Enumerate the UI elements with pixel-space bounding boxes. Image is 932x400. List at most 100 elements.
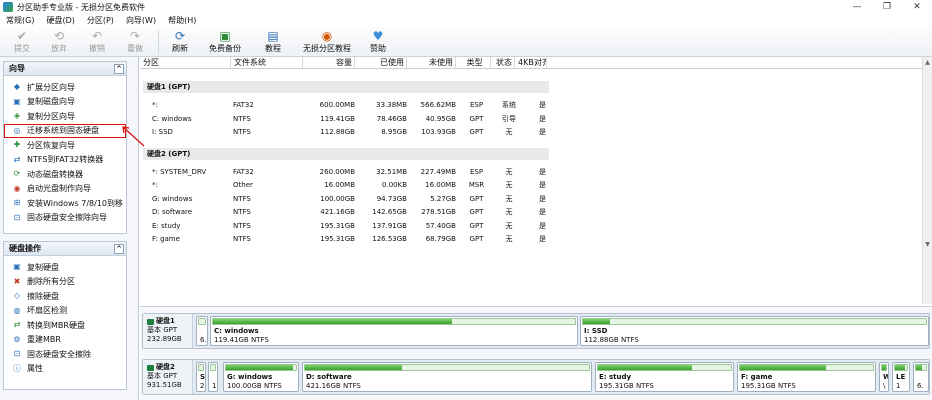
- table-vertical-scrollbar[interactable]: ▲ ▼: [922, 57, 932, 304]
- op-wipe-disk[interactable]: ◇ 擦除硬盘: [4, 289, 126, 304]
- disk1-partition-esp[interactable]: 6.: [196, 316, 208, 346]
- op-ssd-secure-erase[interactable]: ⊡ 固态硬盘安全擦除: [4, 347, 126, 362]
- restore-button[interactable]: ❐: [872, 0, 902, 14]
- refresh-icon: ⟳: [174, 29, 186, 43]
- partition-usage-fill: [598, 365, 693, 370]
- wizard-migrate-os-to-ssd[interactable]: ◎ 迁移系统到固态硬盘: [4, 123, 126, 138]
- op-rebuild-mbr[interactable]: ⚙ 重建MBR: [4, 333, 126, 348]
- col-filesystem[interactable]: 文件系统: [231, 57, 303, 69]
- refresh-button[interactable]: ⟳ 刷新: [163, 27, 197, 57]
- disk2-group-header[interactable]: 硬盘2 (GPT): [143, 148, 549, 160]
- copy-disk-icon: ▣: [13, 96, 21, 106]
- wizard-partition-recovery[interactable]: ✚ 分区恢复向导: [4, 138, 126, 153]
- disk-operations-header: 硬盘操作 ^: [4, 242, 126, 256]
- op-delete-all-partitions[interactable]: ✖ 删除所有分区: [4, 275, 126, 290]
- disk-map-area: 硬盘1 基本 GPT 232.89GB 6. C: windows 119.41…: [140, 306, 932, 400]
- scroll-down-icon[interactable]: ▼: [923, 240, 932, 249]
- disk2-partition-system-drv[interactable]: S 2: [196, 362, 206, 392]
- partition-recovery-icon: ✚: [13, 140, 21, 150]
- main-area: 分区 文件系统 容量 已使用 未使用 类型 状态 4KB对齐 硬盘1 (GPT)…: [140, 57, 932, 400]
- disk2-map[interactable]: 硬盘2 基本 GPT 931.51GB S 2 1 G: windows 100…: [142, 359, 930, 395]
- disk1-partition-c[interactable]: C: windows 119.41GB NTFS: [210, 316, 578, 346]
- partition-usage-fill: [895, 365, 905, 370]
- wizard-copy-disk[interactable]: ▣ 复制磁盘向导: [4, 95, 126, 110]
- redo-button[interactable]: ↷ 重做: [116, 27, 154, 57]
- col-partition[interactable]: 分区: [140, 57, 231, 69]
- table-row[interactable]: C: windows NTFS 119.41GB 78.46GB 40.95GB GPT 引…: [140, 113, 560, 126]
- disk2-partition-w[interactable]: W \: [879, 362, 889, 392]
- wizard-copy-partition[interactable]: ◈ 复制分区向导: [4, 109, 126, 124]
- partition-usage-fill: [305, 365, 402, 370]
- menu-help[interactable]: 帮助(H): [162, 15, 202, 26]
- col-type[interactable]: 类型: [456, 57, 491, 69]
- lossless-tutorial-button[interactable]: ◉ 无损分区教程: [293, 27, 361, 57]
- op-copy-disk[interactable]: ▣ 复制硬盘: [4, 260, 126, 275]
- minimize-button[interactable]: —: [842, 0, 872, 14]
- wizard-ssd-secure-erase[interactable]: ⊡ 固态硬盘安全擦除向导: [4, 211, 126, 226]
- wizard-ntfs-fat32-converter[interactable]: ⇄ NTFS到FAT32转换器: [4, 153, 126, 168]
- op-bad-sector-check[interactable]: ◍ 坏扇区检测: [4, 304, 126, 319]
- col-unused[interactable]: 未使用: [407, 57, 456, 69]
- discard-button[interactable]: ⟲ 放弃: [40, 27, 78, 57]
- wizard-windows-to-go[interactable]: ⊞ 安装Windows 7/8/10到移: [4, 196, 126, 211]
- heart-icon: ♥: [372, 29, 384, 43]
- col-4k-align[interactable]: 4KB对齐: [515, 57, 547, 69]
- wizard-extend-partition[interactable]: ◆ 扩展分区向导: [4, 80, 126, 95]
- partition-usage-fill: [226, 365, 293, 370]
- undo-button[interactable]: ↶ 撤销: [78, 27, 116, 57]
- disk2-partition-le[interactable]: LE 1: [892, 362, 910, 392]
- disk-icon: [147, 364, 154, 371]
- menu-disk[interactable]: 硬盘(D): [40, 15, 80, 26]
- op-properties[interactable]: ⓘ 属性: [4, 362, 126, 377]
- sponsor-button[interactable]: ♥ 赞助: [361, 27, 395, 57]
- table-row[interactable]: *: SYSTEM_DRV FAT32 260.00MB 32.51MB 227.49M…: [140, 166, 560, 179]
- copy-partition-icon: ◈: [13, 111, 21, 121]
- title-bar: 分区助手专业版 - 无损分区免费软件 — ❐ ✕: [0, 0, 932, 14]
- disk1-info[interactable]: 硬盘1 基本 GPT 232.89GB: [143, 314, 193, 348]
- disk2-partition-f[interactable]: F: game 195.31GB NTFS: [737, 362, 876, 392]
- partition-usage-fill: [740, 365, 827, 370]
- wizard-bootable-cd[interactable]: ◉ 启动光盘制作向导: [4, 182, 126, 197]
- close-button[interactable]: ✕: [902, 0, 932, 14]
- redo-icon: ↷: [129, 29, 141, 43]
- free-backup-button[interactable]: ▣ 免费备份: [197, 27, 253, 57]
- ntfs-fat32-converter-icon: ⇄: [13, 154, 21, 164]
- toolbar-separator: [158, 30, 159, 54]
- disk2-partition-g[interactable]: G: windows 100.00GB NTFS: [223, 362, 299, 392]
- lossless-tutorial-icon: ◉: [321, 29, 333, 43]
- partition-usage-fill: [583, 319, 611, 324]
- table-row[interactable]: *: Other 16.00MB 0.00KB 16.00MB MSR 无是: [140, 179, 560, 192]
- disk1-map[interactable]: 硬盘1 基本 GPT 232.89GB 6. C: windows 119.41…: [142, 313, 930, 349]
- toolbar: ✔ 提交 ⟲ 放弃 ↶ 撤销 ↷ 重做 ⟳ 刷新 ▣ 免费备份 ▤ 教程 ◉ 无…: [0, 27, 932, 57]
- wizard-panel-header: 向导 ^: [4, 62, 126, 76]
- ssd-secure-erase-icon: ⊡: [13, 212, 21, 222]
- scroll-up-icon[interactable]: ▲: [923, 58, 932, 67]
- collapse-wizard-button[interactable]: ^: [114, 64, 124, 74]
- disk1-group-header[interactable]: 硬盘1 (GPT): [143, 81, 549, 93]
- menu-partition[interactable]: 分区(P): [81, 15, 120, 26]
- backup-icon: ▣: [219, 29, 231, 43]
- disk2-partition-last[interactable]: 6.: [913, 362, 929, 392]
- disk2-info[interactable]: 硬盘2 基本 GPT 931.51GB: [143, 360, 193, 394]
- wizard-dynamic-disk-converter[interactable]: ⟳ 动态磁盘转换器: [4, 167, 126, 182]
- table-row[interactable]: *: FAT32 600.00MB 33.38MB 566.62MB ESP 系统是: [140, 99, 560, 112]
- op-convert-to-mbr[interactable]: ⇄ 转换到MBR硬盘: [4, 318, 126, 333]
- menu-wizard[interactable]: 向导(W): [120, 15, 162, 26]
- disk2-partition-msr[interactable]: 1: [208, 362, 218, 392]
- table-row[interactable]: I: SSD NTFS 112.88GB 8.95GB 103.93GB GPT 无是: [140, 126, 560, 139]
- table-row[interactable]: D: software NTFS 421.16GB 142.65GB 278.51GB G…: [140, 206, 560, 219]
- tutorial-button[interactable]: ▤ 教程: [253, 27, 293, 57]
- col-used[interactable]: 已使用: [355, 57, 407, 69]
- disk2-partition-d[interactable]: D: software 421.16GB NTFS: [302, 362, 592, 392]
- disk2-partition-e[interactable]: E: study 195.31GB NTFS: [595, 362, 734, 392]
- col-status[interactable]: 状态: [491, 57, 515, 69]
- table-row[interactable]: E: study NTFS 195.31GB 137.91GB 57.40GB GPT 无是: [140, 220, 560, 233]
- disk1-partition-i[interactable]: I: SSD 112.88GB NTFS: [580, 316, 929, 346]
- collapse-disk-ops-button[interactable]: ^: [114, 244, 124, 254]
- apply-button[interactable]: ✔ 提交: [4, 27, 40, 57]
- table-row[interactable]: G: windows NTFS 100.00GB 94.73GB 5.27GB GPT 无是: [140, 193, 560, 206]
- table-row[interactable]: F: game NTFS 195.31GB 126.53GB 68.79GB GPT 无是: [140, 233, 560, 246]
- check-icon: ✔: [16, 29, 28, 43]
- col-capacity[interactable]: 容量: [303, 57, 355, 69]
- menu-general[interactable]: 常规(G): [0, 15, 40, 26]
